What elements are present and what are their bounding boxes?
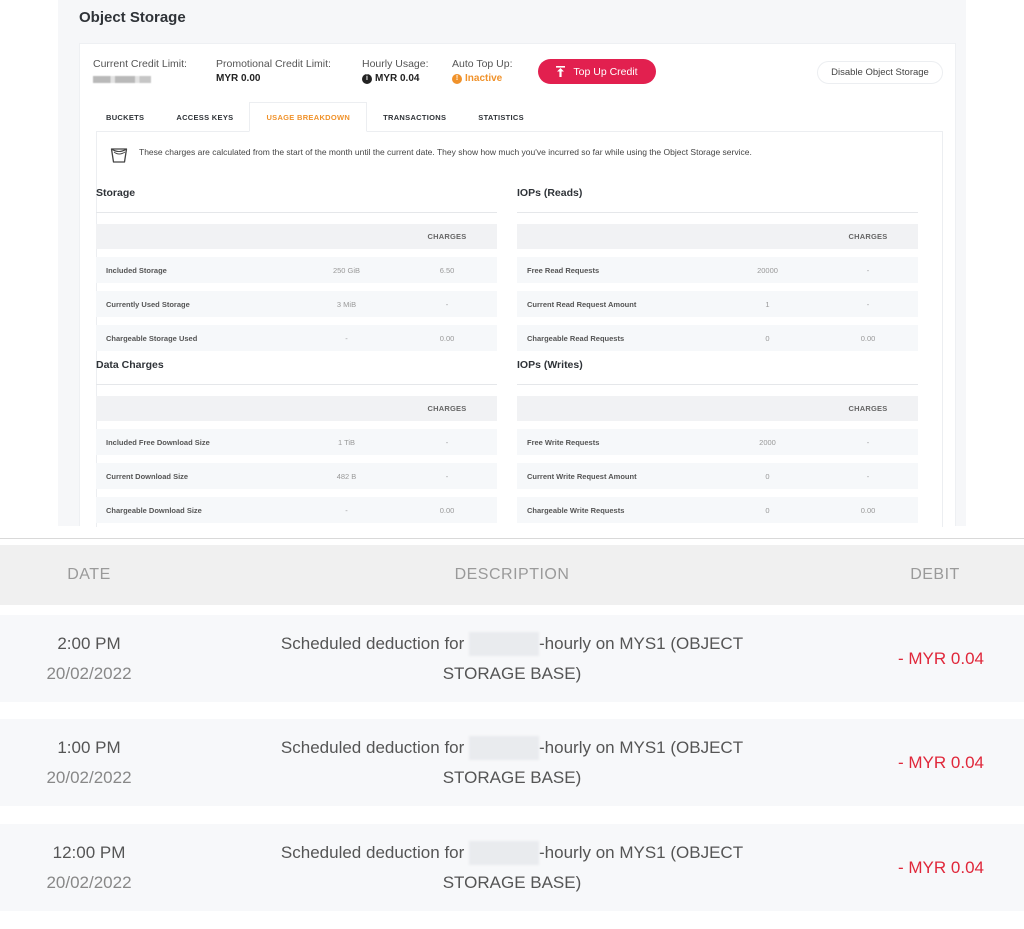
table-row: Included Storage 250 GiB 6.50 bbox=[96, 257, 497, 283]
table-row: Currently Used Storage 3 MiB - bbox=[96, 291, 497, 317]
transaction-row: 1:00 PM 20/02/2022 Scheduled deduction f… bbox=[0, 719, 1024, 806]
auto-top-up: Auto Top Up: ! Inactive bbox=[452, 58, 513, 84]
top-up-credit-button[interactable]: Top Up Credit bbox=[538, 59, 656, 84]
upload-pin-icon bbox=[556, 66, 566, 77]
transaction-date: 20/02/2022 bbox=[46, 872, 132, 892]
transaction-date: 20/02/2022 bbox=[46, 767, 132, 787]
current-credit-limit-label: Current Credit Limit: bbox=[93, 58, 187, 70]
transaction-time: 1:00 PM bbox=[57, 737, 121, 757]
table-row: Free Read Requests 20000- bbox=[517, 257, 918, 283]
promotional-credit-limit-label: Promotional Credit Limit: bbox=[216, 58, 331, 70]
divider bbox=[0, 538, 1024, 539]
transaction-datetime: 1:00 PM 20/02/2022 bbox=[0, 733, 178, 793]
transaction-description: Scheduled deduction for -hourly on MYS1 … bbox=[280, 841, 744, 892]
promotional-credit-limit-value: MYR 0.00 bbox=[216, 73, 261, 84]
redacted-name bbox=[469, 841, 540, 866]
transaction-date: 20/02/2022 bbox=[46, 663, 132, 683]
tab-usage-breakdown[interactable]: USAGE BREAKDOWN bbox=[249, 102, 368, 132]
tab-transactions[interactable]: TRANSACTIONS bbox=[367, 102, 462, 132]
transactions-table-header: DATE DESCRIPTION DEBIT bbox=[0, 545, 1024, 605]
tab-buckets[interactable]: BUCKETS bbox=[90, 102, 160, 132]
iops-reads-section: IOPs (Reads) CHARGES Free Read Requests 2… bbox=[517, 187, 918, 351]
table-row: Free Write Requests 2000- bbox=[517, 429, 918, 455]
column-header-description: DESCRIPTION bbox=[454, 566, 570, 583]
auto-top-up-status: Inactive bbox=[465, 73, 503, 84]
transaction-debit: - MYR 0.04 bbox=[898, 752, 984, 772]
transaction-row: 12:00 PM 20/02/2022 Scheduled deduction … bbox=[0, 824, 1024, 911]
object-storage-card: Current Credit Limit: Promotional Credit… bbox=[79, 43, 956, 527]
data-charges-title: Data Charges bbox=[96, 359, 497, 385]
storage-section: Storage CHARGES Included Storage 250 GiB 6… bbox=[96, 187, 497, 351]
object-storage-panel: Object Storage Current Credit Limit: Pro… bbox=[58, 0, 966, 527]
top-up-credit-label: Top Up Credit bbox=[573, 65, 638, 78]
transaction-time: 12:00 PM bbox=[52, 842, 126, 862]
table-row: Chargeable Storage Used -0.00 bbox=[96, 325, 497, 351]
tab-statistics[interactable]: STATISTICS bbox=[462, 102, 540, 132]
auto-top-up-label: Auto Top Up: bbox=[452, 58, 513, 70]
info-icon[interactable]: i bbox=[362, 73, 372, 84]
usage-notice-text: These charges are calculated from the st… bbox=[139, 147, 752, 157]
table-row: Chargeable Read Requests 0 0.00 bbox=[517, 325, 918, 351]
iops-writes-section: IOPs (Writes) CHARGES Free Write Request… bbox=[517, 359, 918, 523]
hourly-usage: Hourly Usage: i MYR 0.04 bbox=[362, 58, 429, 84]
transaction-row: 2:00 PM 20/02/2022 Scheduled deduction f… bbox=[0, 615, 1024, 702]
transaction-debit: - MYR 0.04 bbox=[898, 648, 984, 668]
data-charges-table: CHARGES Included Free Download Size 1 TiB… bbox=[96, 396, 497, 523]
current-credit-limit-value-redacted bbox=[93, 76, 151, 83]
current-credit-limit: Current Credit Limit: bbox=[93, 58, 187, 86]
table-header: CHARGES bbox=[517, 224, 918, 249]
transaction-description: Scheduled deduction for -hourly on MYS1 … bbox=[280, 736, 744, 787]
transaction-description: Scheduled deduction for -hourly on MYS1 … bbox=[280, 632, 744, 683]
table-row: Chargeable Download Size -0.00 bbox=[96, 497, 497, 523]
storage-table: CHARGES Included Storage 250 GiB 6.50 Curr… bbox=[96, 224, 497, 351]
transaction-datetime: 2:00 PM 20/02/2022 bbox=[0, 629, 178, 689]
column-header-date: DATE bbox=[67, 566, 111, 583]
info-icon[interactable]: ! bbox=[452, 73, 462, 84]
transaction-debit: - MYR 0.04 bbox=[898, 857, 984, 877]
table-row: Chargeable Write Requests 0 0.00 bbox=[517, 497, 918, 523]
promotional-credit-limit: Promotional Credit Limit: MYR 0.00 bbox=[216, 58, 331, 84]
iops-reads-title: IOPs (Reads) bbox=[517, 187, 918, 213]
transaction-time: 2:00 PM bbox=[57, 633, 121, 653]
table-row: Current Write Request Amount 0- bbox=[517, 463, 918, 489]
column-header-debit: DEBIT bbox=[910, 566, 960, 583]
tab-bar: BUCKETS ACCESS KEYS USAGE BREAKDOWN TRAN… bbox=[90, 102, 540, 132]
redacted-name bbox=[469, 632, 540, 657]
table-row: Current Read Request Amount 1- bbox=[517, 291, 918, 317]
page-title: Object Storage bbox=[79, 9, 186, 26]
table-header: CHARGES bbox=[96, 224, 497, 249]
table-header: CHARGES bbox=[96, 396, 497, 421]
storage-title: Storage bbox=[96, 187, 497, 213]
hourly-usage-label: Hourly Usage: bbox=[362, 58, 429, 70]
iops-writes-title: IOPs (Writes) bbox=[517, 359, 918, 385]
hourly-usage-value: MYR 0.04 bbox=[375, 73, 420, 84]
usage-breakdown-content: These charges are calculated from the st… bbox=[96, 131, 943, 527]
tab-access-keys[interactable]: ACCESS KEYS bbox=[160, 102, 249, 132]
redacted-name bbox=[469, 736, 540, 761]
disable-object-storage-button[interactable]: Disable Object Storage bbox=[817, 61, 943, 84]
table-row: Included Free Download Size 1 TiB - bbox=[96, 429, 497, 455]
table-row: Current Download Size 482 B- bbox=[96, 463, 497, 489]
bucket-icon bbox=[110, 148, 128, 163]
transaction-datetime: 12:00 PM 20/02/2022 bbox=[0, 838, 178, 898]
iops-reads-table: CHARGES Free Read Requests 20000- Current… bbox=[517, 224, 918, 351]
data-charges-section: Data Charges CHARGES Included Free Downl… bbox=[96, 359, 497, 523]
iops-writes-table: CHARGES Free Write Requests 2000- Current… bbox=[517, 396, 918, 523]
table-header: CHARGES bbox=[517, 396, 918, 421]
usage-notice: These charges are calculated from the st… bbox=[109, 146, 829, 164]
